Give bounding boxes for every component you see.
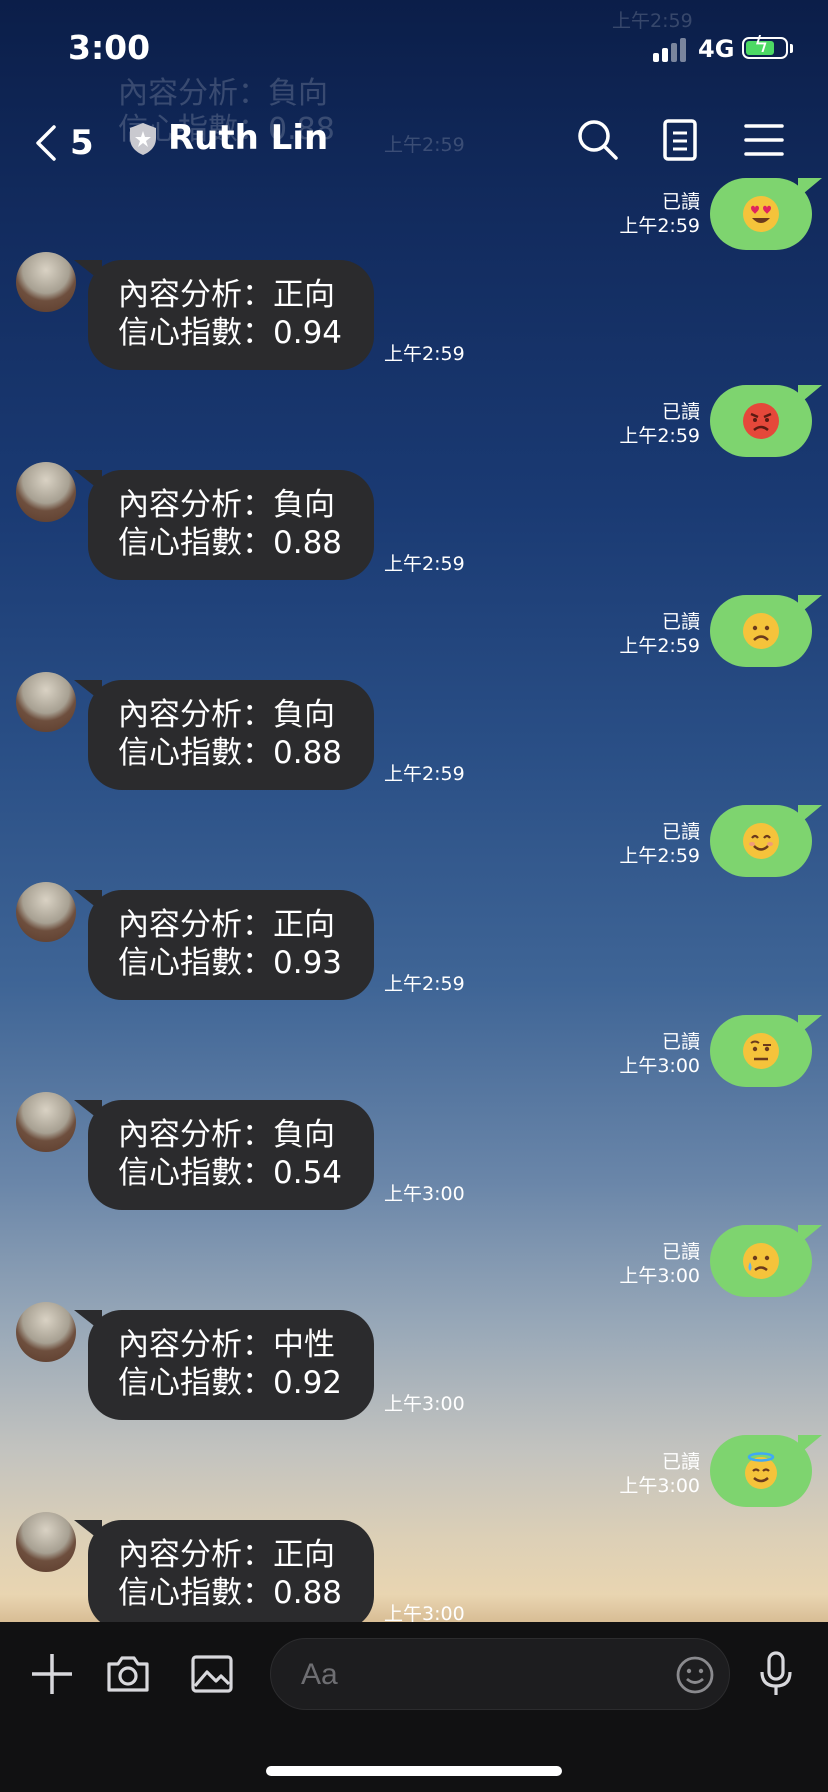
confidence-line: 信心指數：0.93 xyxy=(118,945,343,981)
incoming-bubble[interactable]: 內容分析：正向 信心指數：0.93 xyxy=(74,890,374,1000)
outgoing-bubble[interactable] xyxy=(710,1015,822,1087)
avatar[interactable] xyxy=(16,672,76,732)
outgoing-meta: 已讀 上午2:59 xyxy=(619,400,700,448)
outgoing-meta: 已讀 上午2:59 xyxy=(619,610,700,658)
outgoing-meta: 已讀 上午3:00 xyxy=(619,1030,700,1078)
notes-icon[interactable] xyxy=(656,116,704,164)
analysis-line: 內容分析：負向 xyxy=(118,697,335,733)
status-time: 3:00 xyxy=(68,28,151,67)
read-receipt: 已讀 xyxy=(661,1241,700,1263)
outgoing-meta: 已讀 上午2:59 xyxy=(619,190,700,238)
avatar[interactable] xyxy=(16,1302,76,1362)
outgoing-bubble[interactable] xyxy=(710,595,822,667)
emoji-icon[interactable] xyxy=(675,1655,715,1695)
incoming-bubble[interactable]: 內容分析：負向 信心指數：0.88 xyxy=(74,470,374,580)
avatar[interactable] xyxy=(16,1092,76,1152)
message-time: 上午3:00 xyxy=(619,1475,700,1497)
ghost-time-mid: 上午2:59 xyxy=(384,134,465,156)
message-time: 上午3:00 xyxy=(384,1393,465,1415)
read-receipt: 已讀 xyxy=(661,1451,700,1473)
message-time: 上午2:59 xyxy=(619,845,700,867)
heart-eyes-emoji-icon xyxy=(743,196,779,232)
incoming-bubble[interactable]: 內容分析：中性 信心指數：0.92 xyxy=(74,1310,374,1420)
incoming-bubble[interactable]: 內容分析：正向 信心指數：0.94 xyxy=(74,260,374,370)
battery-cap xyxy=(790,44,793,53)
outgoing-bubble[interactable] xyxy=(710,1435,822,1507)
incoming-bubble[interactable]: 內容分析：正向 信心指數：0.88 xyxy=(74,1520,374,1630)
outgoing-bubble[interactable] xyxy=(710,178,822,250)
message-time: 上午2:59 xyxy=(619,425,700,447)
outgoing-bubble[interactable] xyxy=(710,385,822,457)
outgoing-meta: 已讀 上午3:00 xyxy=(619,1450,700,1498)
confidence-line: 信心指數：0.92 xyxy=(118,1365,343,1401)
unread-count: 5 xyxy=(70,123,94,163)
halo-emoji-icon xyxy=(745,1452,777,1489)
avatar[interactable] xyxy=(16,882,76,942)
avatar[interactable] xyxy=(16,1512,76,1572)
chevron-left-icon xyxy=(36,125,56,161)
analysis-line: 內容分析：中性 xyxy=(118,1327,335,1363)
message-time: 上午2:59 xyxy=(384,973,465,995)
message-time: 上午3:00 xyxy=(619,1055,700,1077)
incoming-bubble[interactable]: 內容分析：負向 信心指數：0.88 xyxy=(74,680,374,790)
message-input[interactable] xyxy=(270,1638,730,1710)
analysis-line: 內容分析：負向 xyxy=(118,487,335,523)
home-indicator[interactable] xyxy=(266,1766,562,1776)
camera-icon[interactable] xyxy=(104,1650,152,1698)
confidence-line: 信心指數：0.88 xyxy=(118,525,343,561)
analysis-line: 內容分析：正向 xyxy=(118,907,335,943)
confidence-line: 信心指數：0.54 xyxy=(118,1155,343,1191)
network-label: 4G xyxy=(698,35,735,63)
outgoing-meta: 已讀 上午2:59 xyxy=(619,820,700,868)
avatar[interactable] xyxy=(16,252,76,312)
message-field[interactable] xyxy=(299,1653,623,1697)
confidence-line: 信心指數：0.88 xyxy=(118,735,343,771)
read-receipt: 已讀 xyxy=(661,401,700,423)
message-time: 上午2:59 xyxy=(384,553,465,575)
search-icon[interactable] xyxy=(574,116,622,164)
incoming-bubble[interactable]: 內容分析：負向 信心指數：0.54 xyxy=(74,1100,374,1210)
plus-icon[interactable] xyxy=(28,1650,76,1698)
message-time: 上午2:59 xyxy=(384,763,465,785)
message-time: 上午3:00 xyxy=(384,1183,465,1205)
read-receipt: 已讀 xyxy=(661,611,700,633)
avatar[interactable] xyxy=(16,462,76,522)
battery-icon: ϟ xyxy=(742,35,788,59)
contact-name[interactable]: Ruth Lin xyxy=(168,118,328,158)
back-button[interactable]: 5 xyxy=(32,118,112,168)
angry-emoji-icon xyxy=(743,403,779,439)
read-receipt: 已讀 xyxy=(661,821,700,843)
confidence-line: 信心指數：0.88 xyxy=(118,1575,343,1611)
confidence-line: 信心指數：0.94 xyxy=(118,315,343,351)
gallery-icon[interactable] xyxy=(188,1650,236,1698)
outgoing-bubble[interactable] xyxy=(710,805,822,877)
analysis-line: 內容分析：正向 xyxy=(118,1537,335,1573)
sad-tear-emoji-icon xyxy=(743,1243,779,1279)
signal-icon xyxy=(653,36,689,62)
raised-eyebrow-emoji-icon xyxy=(743,1033,779,1069)
analysis-line: 內容分析：正向 xyxy=(118,277,335,313)
microphone-icon[interactable] xyxy=(752,1650,800,1698)
outgoing-meta: 已讀 上午3:00 xyxy=(619,1240,700,1288)
read-receipt: 已讀 xyxy=(661,1031,700,1053)
message-time: 上午2:59 xyxy=(384,343,465,365)
frowning-emoji-icon xyxy=(743,613,779,649)
smiling-emoji-icon xyxy=(743,823,779,859)
read-receipt: 已讀 xyxy=(661,191,700,213)
menu-icon[interactable] xyxy=(740,116,788,164)
shield-icon xyxy=(130,123,156,155)
message-time: 上午2:59 xyxy=(619,635,700,657)
analysis-line: 內容分析：負向 xyxy=(118,1117,335,1153)
message-time: 上午2:59 xyxy=(619,215,700,237)
ghost-time-top: 上午2:59 xyxy=(612,10,693,32)
message-time: 上午3:00 xyxy=(619,1265,700,1287)
outgoing-bubble[interactable] xyxy=(710,1225,822,1297)
